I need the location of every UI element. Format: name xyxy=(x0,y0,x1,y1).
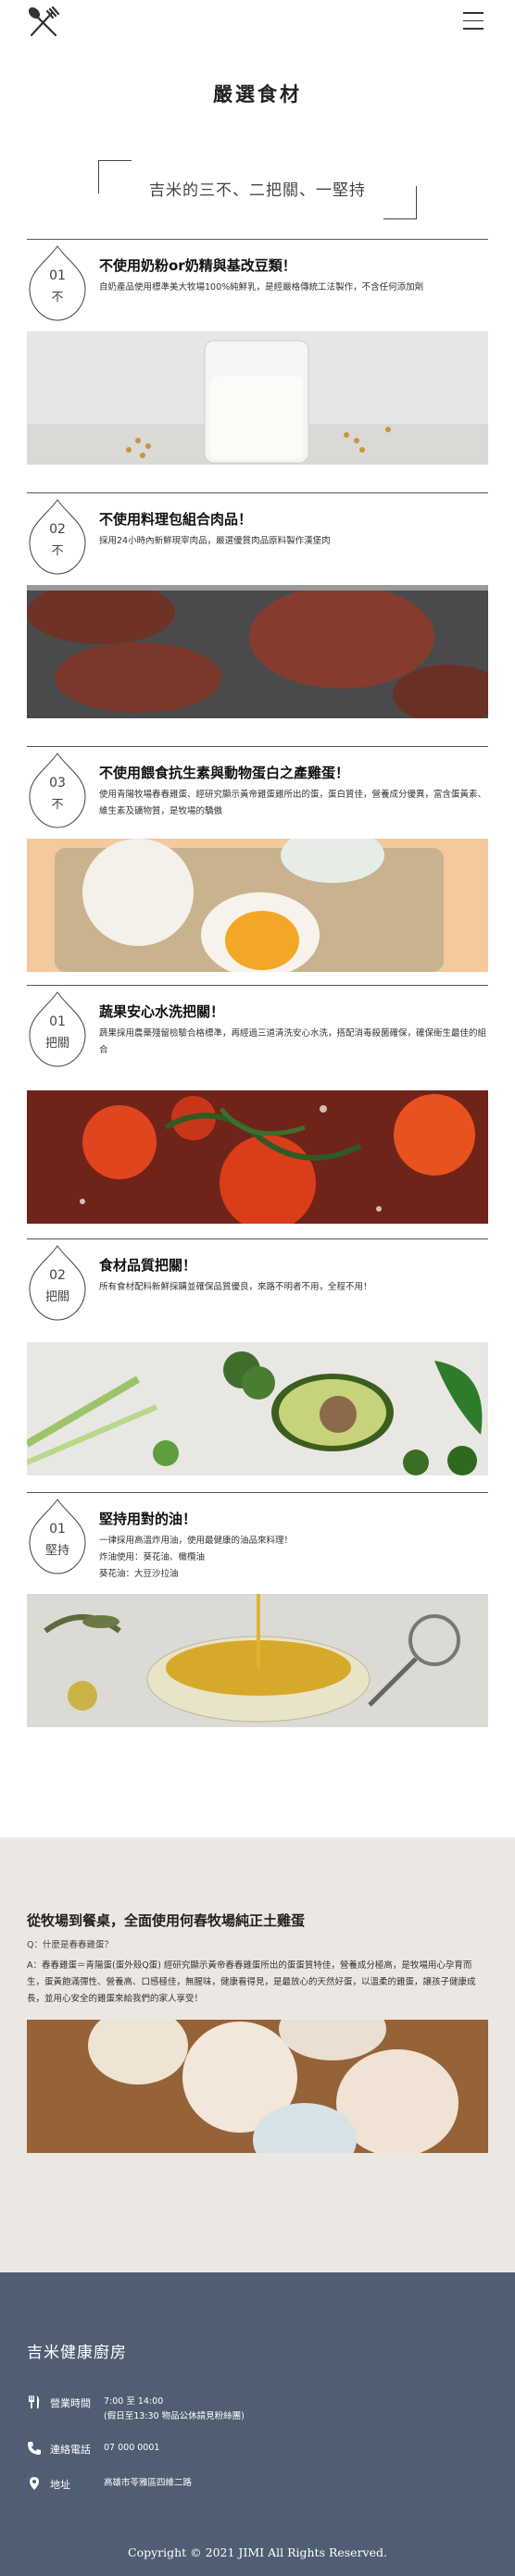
item-desc: 一律採用高溫炸用油，使用最健康的油品來料理！ 炸油使用：葵花油、橄欖油 葵花油：… xyxy=(99,1536,294,1579)
item-badge: 01 堅持 xyxy=(27,1498,88,1577)
item-desc: 自奶產品使用標準美大牧場100%純鮮乳，是經嚴格傳統工法製作，不含任何添加劑 xyxy=(99,282,424,292)
item-desc: 採用24小時內新鮮現宰肉品，嚴選優質肉品原料製作漢堡肉 xyxy=(99,536,331,546)
milk-glass-photo xyxy=(27,331,488,465)
oil-bowl-photo xyxy=(27,1594,488,1727)
footer-brand: 吉米健康廚房 xyxy=(27,2344,127,2362)
item-desc: 蔬果採用農藥殘留檢驗合格標準，再經過三道清洗安心水洗，搭配消毒殺菌確保，確保衛生… xyxy=(99,1028,487,1055)
item-desc: 使用青陽牧場春春雞蛋、經研究顯示黃帝雞蛋雞所出的蛋，蛋白質佳，營養成分優異，富含… xyxy=(99,790,487,816)
tomatoes-in-water-photo xyxy=(27,1090,488,1224)
item-badge: 02 把關 xyxy=(27,1244,88,1324)
eggs-in-carton-photo xyxy=(27,839,488,972)
page-title: 嚴選食材 xyxy=(213,83,302,106)
egg-section: 從牧場到餐桌，全面使用何春牧場純正土雞蛋 Q：什麼是春春雞蛋？ A：春春雞蛋＝青… xyxy=(0,1837,515,2272)
egg-answer: A：春春雞蛋＝青陽蛋(蛋外殼Q蛋) 經研究顯示黃帝春春雞蛋所出的蛋蛋質特佳，營養… xyxy=(27,1960,476,2004)
item-title: 食材品質把關！ xyxy=(99,1257,197,1274)
hamburger-icon[interactable] xyxy=(463,12,484,31)
hamburger-patties-photo xyxy=(27,585,488,718)
item-badge: 01 把關 xyxy=(27,990,88,1070)
phone-icon xyxy=(27,2441,42,2456)
egg-question: Q：什麼是春春雞蛋？ xyxy=(27,1940,113,1950)
item-title: 蔬果安心水洗把關！ xyxy=(99,1003,225,1020)
item-title: 堅持用對的油！ xyxy=(99,1511,197,1527)
item-title: 不使用餵食抗生素與動物蛋白之產雞蛋！ xyxy=(99,765,350,781)
item-badge: 03 不 xyxy=(27,752,88,831)
vegetables-avocado-photo xyxy=(27,1342,488,1475)
quote-text: 吉米的三不、二把關、一堅持 xyxy=(149,181,366,200)
quote-box: 吉米的三不、二把關、一堅持 xyxy=(98,160,417,219)
footer: 吉米健康廚房 營業時間 7:00 至 14:00 (假日至13:30 物品公休請… xyxy=(0,2272,515,2576)
item-title: 不使用料理包組合肉品！ xyxy=(99,511,253,528)
utensils-icon xyxy=(27,2395,42,2409)
item-badge: 02 不 xyxy=(27,498,88,578)
item-badge: 01 不 xyxy=(27,244,88,324)
item-desc: 所有食材配料新鮮採購並確保品質優良，來路不明者不用，全程不用！ xyxy=(99,1282,372,1292)
item-title: 不使用奶粉or奶精與基改豆類！ xyxy=(99,257,296,274)
header xyxy=(0,0,515,41)
egg-section-title: 從牧場到餐桌，全面使用何春牧場純正土雞蛋 xyxy=(27,1912,306,1929)
brown-eggs-photo xyxy=(27,2020,488,2153)
fork-spoon-icon[interactable] xyxy=(26,6,63,39)
map-pin-icon xyxy=(27,2476,42,2491)
copyright: Copyright © 2021 JIMI All Rights Reserve… xyxy=(128,2545,387,2559)
